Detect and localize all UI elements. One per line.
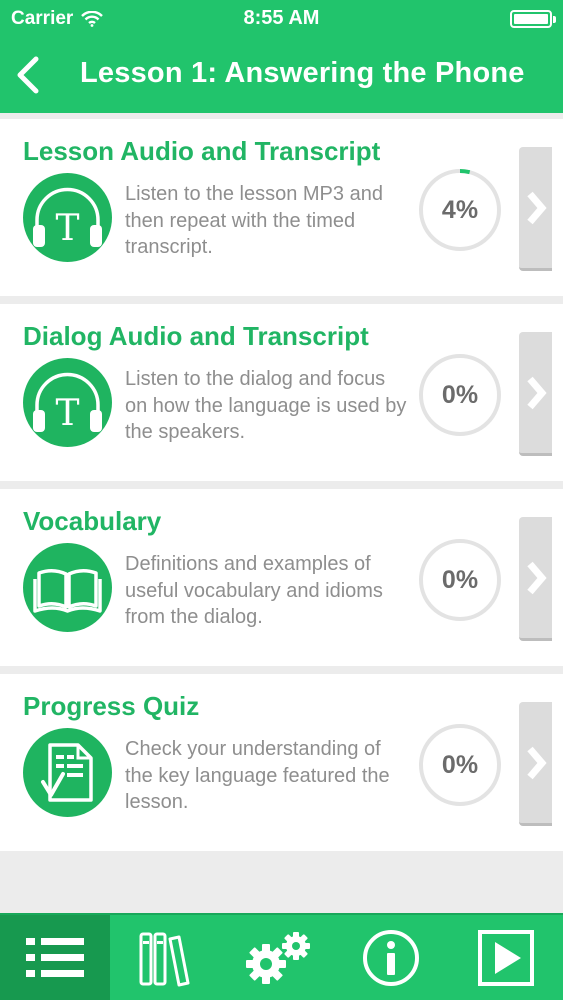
chevron-left-icon — [17, 56, 39, 94]
section-description: Listen to the dialog and focus on how th… — [125, 368, 407, 443]
section-card-dialog-audio[interactable]: Dialog Audio and Transcript T Listen to … — [0, 304, 563, 481]
headphones-transcript-icon: T — [23, 173, 112, 262]
tab-play[interactable] — [448, 915, 563, 1000]
open-section-button[interactable] — [519, 332, 552, 456]
status-bar: Carrier 8:55 AM — [0, 0, 563, 36]
battery-icon — [510, 10, 556, 28]
navigation-header: Carrier 8:55 AM Lesson 1: Answering the … — [0, 0, 563, 113]
bottom-tab-bar — [0, 913, 563, 1000]
progress-percent: 0% — [441, 750, 479, 779]
section-title: Vocabulary — [23, 506, 162, 536]
chevron-right-icon — [526, 191, 547, 224]
section-card-lesson-audio[interactable]: Lesson Audio and Transcript T Listen to … — [0, 119, 563, 296]
tab-library[interactable] — [112, 915, 222, 1000]
play-icon — [477, 929, 534, 986]
back-button[interactable] — [12, 56, 44, 94]
section-title: Lesson Audio and Transcript — [23, 136, 381, 166]
status-time: 8:55 AM — [243, 7, 320, 29]
tab-settings[interactable] — [224, 915, 334, 1000]
section-description: Check your understanding of the key lang… — [125, 738, 390, 813]
chevron-right-icon — [526, 746, 547, 779]
quiz-document-icon — [23, 728, 112, 817]
chevron-right-icon — [526, 376, 547, 409]
chevron-right-icon — [526, 561, 547, 594]
tab-lesson-list[interactable] — [0, 915, 110, 1000]
svg-text:T: T — [55, 208, 79, 249]
list-icon — [26, 937, 84, 977]
info-icon — [363, 929, 419, 986]
open-section-button[interactable] — [519, 147, 552, 271]
tab-info[interactable] — [336, 915, 446, 1000]
svg-text:T: T — [55, 393, 79, 434]
settings-gears-icon — [246, 931, 310, 984]
progress-percent: 4% — [441, 195, 479, 224]
section-title: Progress Quiz — [23, 691, 200, 721]
open-section-button[interactable] — [519, 702, 552, 826]
section-description: Listen to the lesson MP3 and then repeat… — [125, 183, 383, 258]
progress-percent: 0% — [441, 565, 479, 594]
section-description: Definitions and examples of useful vocab… — [125, 553, 383, 628]
books-icon — [139, 932, 190, 986]
open-section-button[interactable] — [519, 517, 552, 641]
section-card-vocabulary[interactable]: Vocabulary Definitions and examples of u… — [0, 489, 563, 666]
page-title: Lesson 1: Answering the Phone — [80, 57, 525, 89]
section-card-progress-quiz[interactable]: Progress Quiz Check your understanding o… — [0, 674, 563, 851]
section-title: Dialog Audio and Transcript — [23, 321, 369, 351]
progress-percent: 0% — [441, 380, 479, 409]
open-book-icon — [23, 543, 112, 632]
headphones-transcript-icon: T — [23, 358, 112, 447]
